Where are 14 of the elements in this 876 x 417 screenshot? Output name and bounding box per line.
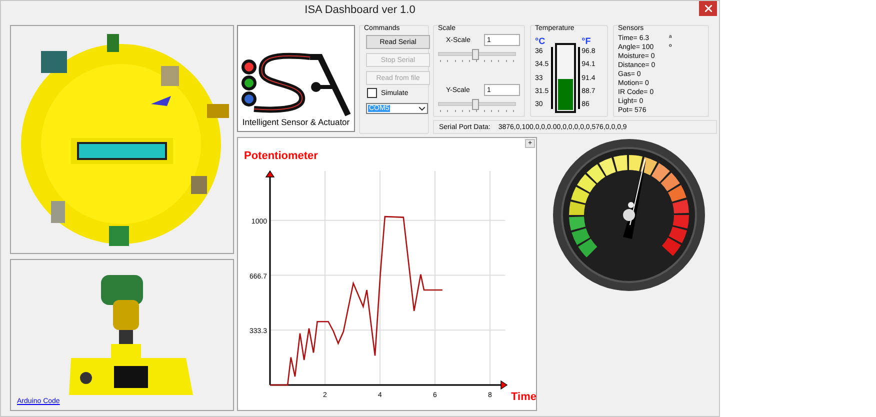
scale-slider[interactable] <box>438 98 516 112</box>
window-title: ISA Dashboard ver 1.0 <box>304 4 416 16</box>
chart-title: Potentiometer <box>244 150 318 162</box>
caret-icon <box>419 106 425 110</box>
simulate-checkbox[interactable] <box>367 88 377 98</box>
slider-thumb[interactable] <box>472 49 480 60</box>
scale-slider[interactable] <box>438 48 516 62</box>
close-button[interactable] <box>699 1 717 16</box>
unit-label: °F <box>582 36 592 46</box>
unit-label: °C <box>535 36 546 46</box>
slider-thumb[interactable] <box>472 99 480 110</box>
x-axis-label: Time <box>511 391 536 403</box>
logo-caption: Intelligent Sensor & Actuator <box>242 117 350 127</box>
close-icon <box>704 5 712 12</box>
